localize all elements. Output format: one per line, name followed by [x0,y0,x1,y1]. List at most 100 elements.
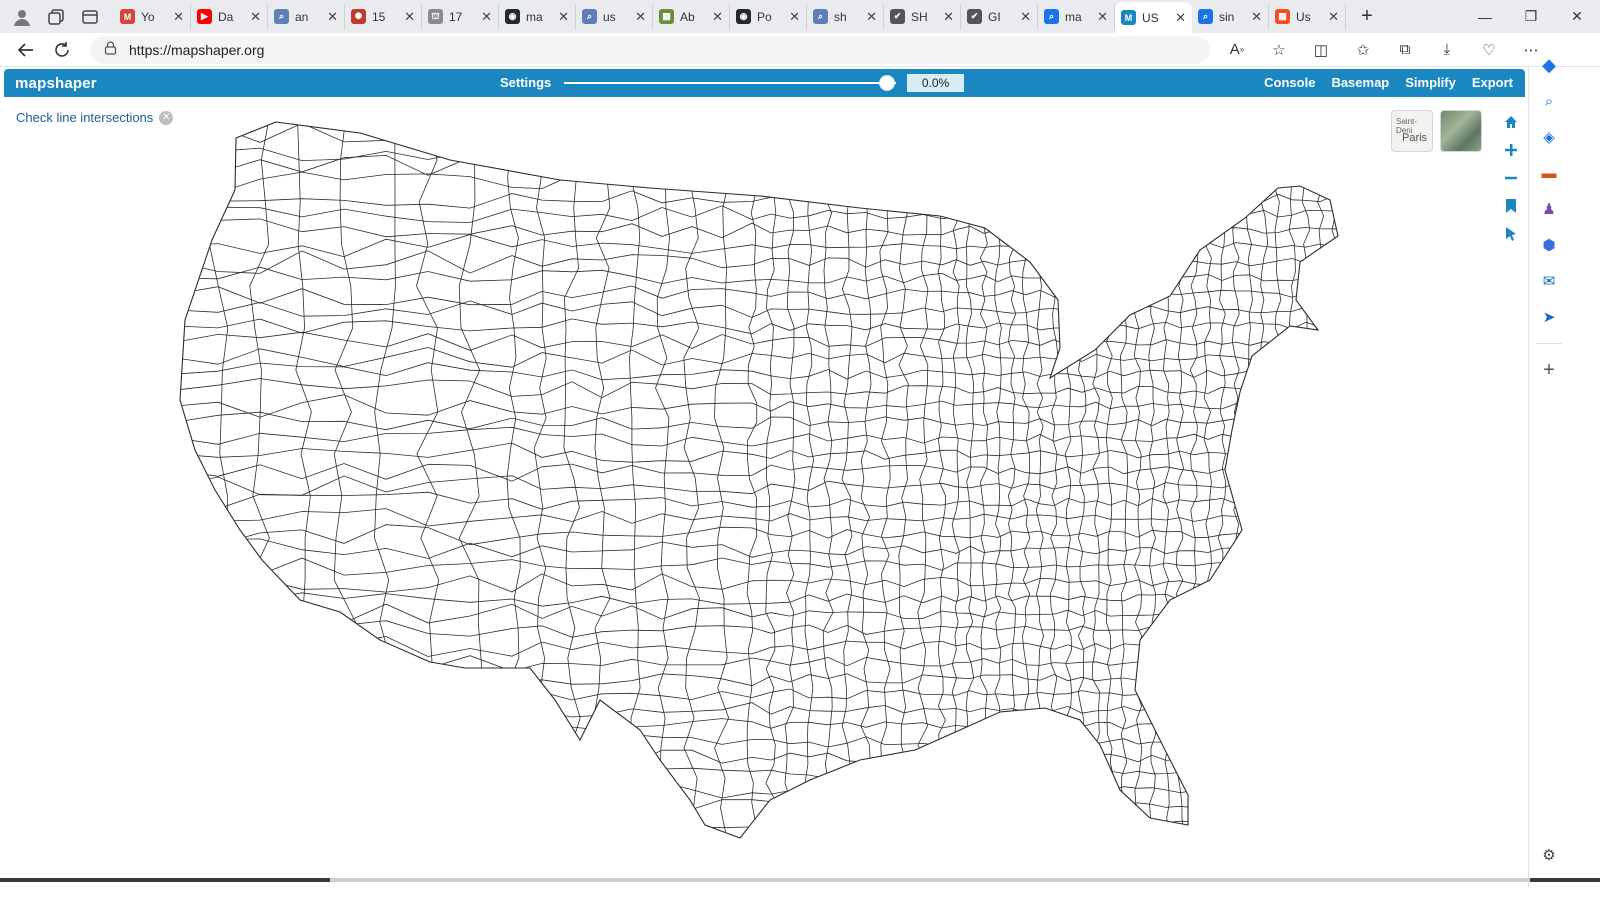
tab-close-icon[interactable]: ✕ [1097,9,1108,25]
favorites-icon[interactable]: ✩ [1344,35,1382,65]
performance-icon[interactable]: ♡ [1470,35,1508,65]
simplify-button[interactable]: Simplify [1405,75,1456,90]
browser-tab[interactable]: ⛫ 17 ✕ [422,3,499,30]
browser-tab[interactable]: ⌕ us ✕ [576,3,653,30]
pointer-tool-icon[interactable] [1501,220,1521,248]
us-counties-map[interactable] [176,118,1346,843]
tools-icon[interactable]: ▬ [1529,155,1569,191]
tab-close-icon[interactable]: ✕ [481,9,492,25]
send-icon[interactable]: ➤ [1529,299,1569,335]
browser-tab[interactable]: M US ✕ [1115,2,1192,33]
tab-close-icon[interactable]: ✕ [712,9,723,25]
tab-close-icon[interactable]: ✕ [866,9,877,25]
address-bar-row: https://mapshaper.org A» ☆ ◫ ✩ ⧉ ⤓ ♡ ⋯ [0,33,1600,67]
tab-title: 15 [372,9,386,24]
tab-favicon-icon: ⌕ [582,9,597,24]
downloads-icon[interactable]: ⤓ [1428,35,1466,65]
profile-icon[interactable] [8,3,36,31]
split-screen-icon[interactable]: ◫ [1302,35,1340,65]
browser-tab[interactable]: M Yo ✕ [114,3,191,30]
lock-icon [104,41,117,58]
tab-close-icon[interactable]: ✕ [558,9,569,25]
check-intersections-label[interactable]: Check line intersections [16,110,153,125]
tab-close-icon[interactable]: ✕ [635,9,646,25]
browser-tab[interactable]: ⌕ ma ✕ [1038,3,1115,30]
refresh-button[interactable] [44,35,80,65]
simplify-slider-handle[interactable] [879,75,895,91]
close-window-button[interactable]: ✕ [1554,0,1600,33]
tab-close-icon[interactable]: ✕ [1328,9,1339,25]
browser-tab[interactable]: ✔ GI ✕ [961,3,1038,30]
app-logo[interactable]: mapshaper [15,75,97,92]
main-menu: Console Basemap Simplify Export [1264,75,1513,90]
simplify-percent-field[interactable]: 0.0% [907,74,964,92]
tab-close-icon[interactable]: ✕ [1175,10,1186,26]
simplify-slider-track[interactable] [564,82,896,84]
browser-tab[interactable]: ◉ ma ✕ [499,3,576,30]
outlook-icon[interactable]: ✉ [1529,263,1569,299]
basemap-thumb-label: Paris [1402,132,1428,144]
tab-title: GI [988,9,1001,24]
settings-button[interactable]: Settings [500,75,551,90]
tab-close-icon[interactable]: ✕ [404,9,415,25]
minimize-button[interactable]: — [1462,0,1508,33]
basemap-satellite-thumbnail[interactable] [1440,110,1482,152]
browser-tab[interactable]: ▶ Da ✕ [191,3,268,30]
tab-actions-icon[interactable] [76,3,104,31]
window-controls: — ❐ ✕ [1462,0,1600,33]
browser-tab[interactable]: ◉ Po ✕ [730,3,807,30]
check-intersections-toggle[interactable]: Check line intersections ✕ [16,110,174,125]
basemap-street-thumbnail[interactable]: Saint-Deni Paris [1391,110,1433,152]
tab-favicon-icon: ⌕ [813,9,828,24]
console-button[interactable]: Console [1264,75,1315,90]
page-scrollbar[interactable] [1568,67,1600,887]
browser-sidebar: ◆ ⌕ ◈ ▬ ♟ ⬢ ✉ ➤ + ⚙ [1528,55,1569,887]
browser-tab[interactable]: ⌕ an ✕ [268,3,345,30]
tab-title: 17 [449,9,463,24]
read-aloud-icon[interactable]: A» [1218,35,1256,65]
tab-title: an [295,9,309,24]
tab-close-icon[interactable]: ✕ [1251,9,1262,25]
tab-favicon-icon: ▦ [659,9,674,24]
tab-favicon-icon: ▦ [1275,9,1290,24]
tab-close-icon[interactable]: ✕ [173,9,184,25]
home-icon[interactable] [1501,108,1521,136]
copilot-icon[interactable]: ◆ [1529,47,1569,83]
tab-title: US [1142,10,1159,25]
export-button[interactable]: Export [1472,75,1513,90]
workspaces-icon[interactable] [42,3,70,31]
zoom-in-icon[interactable] [1501,136,1521,164]
browser-tab[interactable]: ▦ Us ✕ [1269,3,1346,30]
tab-close-icon[interactable]: ✕ [250,9,261,25]
tab-title: sin [1219,9,1235,24]
sidebar-search-icon[interactable]: ⌕ [1529,83,1569,119]
browser-tab[interactable]: ✔ SH ✕ [884,3,961,30]
favorite-star-icon[interactable]: ☆ [1260,35,1298,65]
bookmark-icon[interactable] [1501,192,1521,220]
tab-favicon-icon: ✔ [890,9,905,24]
browser-tab[interactable]: ▦ Ab ✕ [653,3,730,30]
restore-button[interactable]: ❐ [1508,0,1554,33]
url-field[interactable]: https://mapshaper.org [90,35,1210,64]
browser-tab-bar: M Yo ✕ ▶ Da ✕ ⌕ an ✕ ✺ 15 ✕ ⛫ 17 ✕ ◉ ma ✕ ⌕ us ✕ ▦ Ab ✕ ◉ Po ✕ ⌕ sh ✕… [0,0,1600,33]
shopping-tag-icon[interactable]: ◈ [1529,119,1569,155]
tab-favicon-icon: ⌕ [274,9,289,24]
tab-close-icon[interactable]: ✕ [943,9,954,25]
tab-close-icon[interactable]: ✕ [327,9,338,25]
new-tab-button[interactable]: + [1352,3,1382,31]
browser-tab[interactable]: ⌕ sh ✕ [807,3,884,30]
add-sidebar-app-icon[interactable]: + [1529,352,1569,388]
basemap-button[interactable]: Basemap [1331,75,1389,90]
collections-icon[interactable]: ⧉ [1386,35,1424,65]
microsoft365-icon[interactable]: ⬢ [1529,227,1569,263]
zoom-out-icon[interactable] [1501,164,1521,192]
close-circle-icon[interactable]: ✕ [159,110,174,125]
tab-close-icon[interactable]: ✕ [1020,9,1031,25]
browser-tab[interactable]: ⌕ sin ✕ [1192,3,1269,30]
browser-tab[interactable]: ✺ 15 ✕ [345,3,422,30]
games-icon[interactable]: ♟ [1529,191,1569,227]
sidebar-settings-gear-icon[interactable]: ⚙ [1529,837,1569,873]
back-button[interactable] [8,35,44,65]
tab-close-icon[interactable]: ✕ [789,9,800,25]
tab-favicon-icon: ◉ [505,9,520,24]
